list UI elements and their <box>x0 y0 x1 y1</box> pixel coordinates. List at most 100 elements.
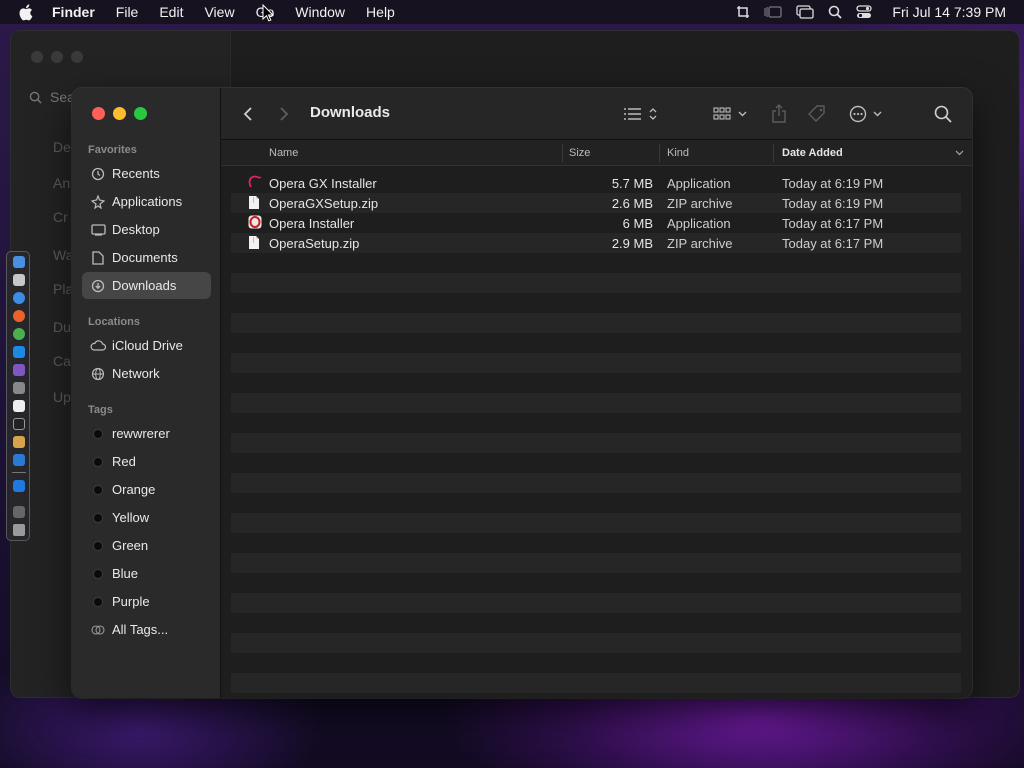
favorites-heading: Favorites <box>88 144 137 156</box>
close-button[interactable] <box>92 107 105 120</box>
toolbar: Downloads <box>221 88 972 140</box>
menu-file[interactable]: File <box>116 4 139 20</box>
menu-edit[interactable]: Edit <box>159 4 183 20</box>
settings-dock-icon[interactable] <box>13 382 25 394</box>
sidebar-tag-blue[interactable]: Blue <box>82 560 211 587</box>
background-item: Up <box>53 389 71 405</box>
file-row[interactable]: Opera Installer 6 MB Application Today a… <box>231 213 961 233</box>
tag-label: Purple <box>112 594 150 609</box>
file-kind: ZIP archive <box>667 196 733 211</box>
empty-row <box>231 633 961 653</box>
tag-button[interactable] <box>807 102 827 126</box>
empty-row <box>231 593 961 613</box>
background-window-controls <box>31 51 83 63</box>
menu-clock[interactable]: Fri Jul 14 7:39 PM <box>892 4 1006 20</box>
app-dock-icon[interactable] <box>13 480 25 492</box>
forward-button[interactable] <box>279 102 289 126</box>
desktop-icon <box>90 223 106 236</box>
downloads-stack-dock-icon[interactable] <box>13 506 25 518</box>
file-kind: ZIP archive <box>667 236 733 251</box>
globe-icon <box>90 367 106 381</box>
zip-file-icon <box>248 235 262 251</box>
background-item: Ca <box>53 353 71 369</box>
sidebar-tag-yellow[interactable]: Yellow <box>82 504 211 531</box>
sidebar-tag-purple[interactable]: Purple <box>82 588 211 615</box>
stage-manager-icon[interactable] <box>764 5 783 19</box>
finder-sidebar: Favorites Recents Applications Desktop D… <box>72 88 221 698</box>
empty-row <box>231 473 961 493</box>
zoom-button[interactable] <box>134 107 147 120</box>
tag-dot-icon <box>93 484 103 495</box>
sidebar-tag-orange[interactable]: Orange <box>82 476 211 503</box>
safari-dock-icon[interactable] <box>13 292 25 304</box>
column-divider[interactable] <box>773 144 774 162</box>
empty-row <box>231 673 961 693</box>
view-options-button[interactable] <box>623 102 659 126</box>
sidebar-tag-red[interactable]: Red <box>82 448 211 475</box>
column-divider[interactable] <box>659 144 660 162</box>
file-row[interactable]: OperaGXSetup.zip 2.6 MB ZIP archive Toda… <box>231 193 961 213</box>
brush-app-dock-icon[interactable] <box>13 436 25 448</box>
file-size: 5.7 MB <box>611 176 653 191</box>
share-button[interactable] <box>771 102 787 126</box>
minimize-button[interactable] <box>113 107 126 120</box>
launchpad-dock-icon[interactable] <box>13 274 25 286</box>
search-icon[interactable] <box>934 102 952 126</box>
group-button[interactable] <box>713 102 749 126</box>
chrome-dock-icon[interactable] <box>13 328 25 340</box>
firefox-dock-icon[interactable] <box>13 310 25 322</box>
sidebar-item-recents[interactable]: Recents <box>82 160 211 187</box>
file-size: 2.6 MB <box>611 196 653 211</box>
file-row[interactable]: Opera GX Installer 5.7 MB Application To… <box>231 173 961 193</box>
menu-finder[interactable]: Finder <box>52 4 95 20</box>
file-size: 2.9 MB <box>611 236 653 251</box>
column-size[interactable]: Size <box>569 147 590 159</box>
file-date: Today at 6:19 PM <box>782 176 884 191</box>
opera-gx-icon <box>248 175 262 191</box>
column-kind[interactable]: Kind <box>667 147 689 159</box>
menu-view[interactable]: View <box>204 4 234 20</box>
empty-row <box>231 353 961 373</box>
spotlight-search-icon[interactable] <box>828 5 843 19</box>
finder-window[interactable]: Favorites Recents Applications Desktop D… <box>72 88 972 698</box>
terminal-dock-icon[interactable] <box>13 418 25 430</box>
control-center-icon[interactable] <box>856 5 873 19</box>
app-store-dock-icon[interactable] <box>13 346 25 358</box>
sidebar-item-applications[interactable]: Applications <box>82 188 211 215</box>
sidebar-item-desktop[interactable]: Desktop <box>82 216 211 243</box>
file-date: Today at 6:19 PM <box>782 196 884 211</box>
background-item: Du <box>53 319 71 335</box>
sidebar-item-documents[interactable]: Documents <box>82 244 211 271</box>
screen-mirroring-icon[interactable] <box>796 5 815 19</box>
sidebar-item-network[interactable]: Network <box>82 360 211 387</box>
sidebar-item-downloads[interactable]: Downloads <box>82 272 211 299</box>
opera-icon <box>248 215 262 231</box>
menu-help[interactable]: Help <box>366 4 395 20</box>
textedit-dock-icon[interactable] <box>13 400 25 412</box>
crop-icon[interactable] <box>736 5 750 19</box>
sidebar-all-tags[interactable]: All Tags... <box>82 616 211 643</box>
sidebar-tag-rewwrerer[interactable]: rewwrerer <box>82 420 211 447</box>
locations-heading: Locations <box>88 316 140 328</box>
sidebar-tag-green[interactable]: Green <box>82 532 211 559</box>
back-button[interactable] <box>243 102 253 126</box>
background-item: Cr <box>53 209 68 225</box>
zip-file-icon <box>248 195 262 211</box>
vscode-dock-icon[interactable] <box>13 454 25 466</box>
visual-studio-dock-icon[interactable] <box>13 364 25 376</box>
finder-dock-icon[interactable] <box>13 256 25 268</box>
tag-dot-icon <box>93 596 103 607</box>
more-actions-button[interactable] <box>849 102 885 126</box>
file-row[interactable]: OperaSetup.zip 2.9 MB ZIP archive Today … <box>231 233 961 253</box>
menu-window[interactable]: Window <box>295 4 345 20</box>
column-divider[interactable] <box>562 144 563 162</box>
column-date-added[interactable]: Date Added <box>782 147 843 159</box>
apple-menu-icon[interactable] <box>18 3 36 21</box>
tag-label: Yellow <box>112 510 150 525</box>
sidebar-item-label: Downloads <box>112 278 177 293</box>
sidebar-item-icloud-drive[interactable]: iCloud Drive <box>82 332 211 359</box>
trash-dock-icon[interactable] <box>13 524 25 536</box>
file-kind: Application <box>667 216 731 231</box>
sort-chevron-down-icon[interactable] <box>955 148 964 160</box>
column-name[interactable]: Name <box>269 147 298 159</box>
